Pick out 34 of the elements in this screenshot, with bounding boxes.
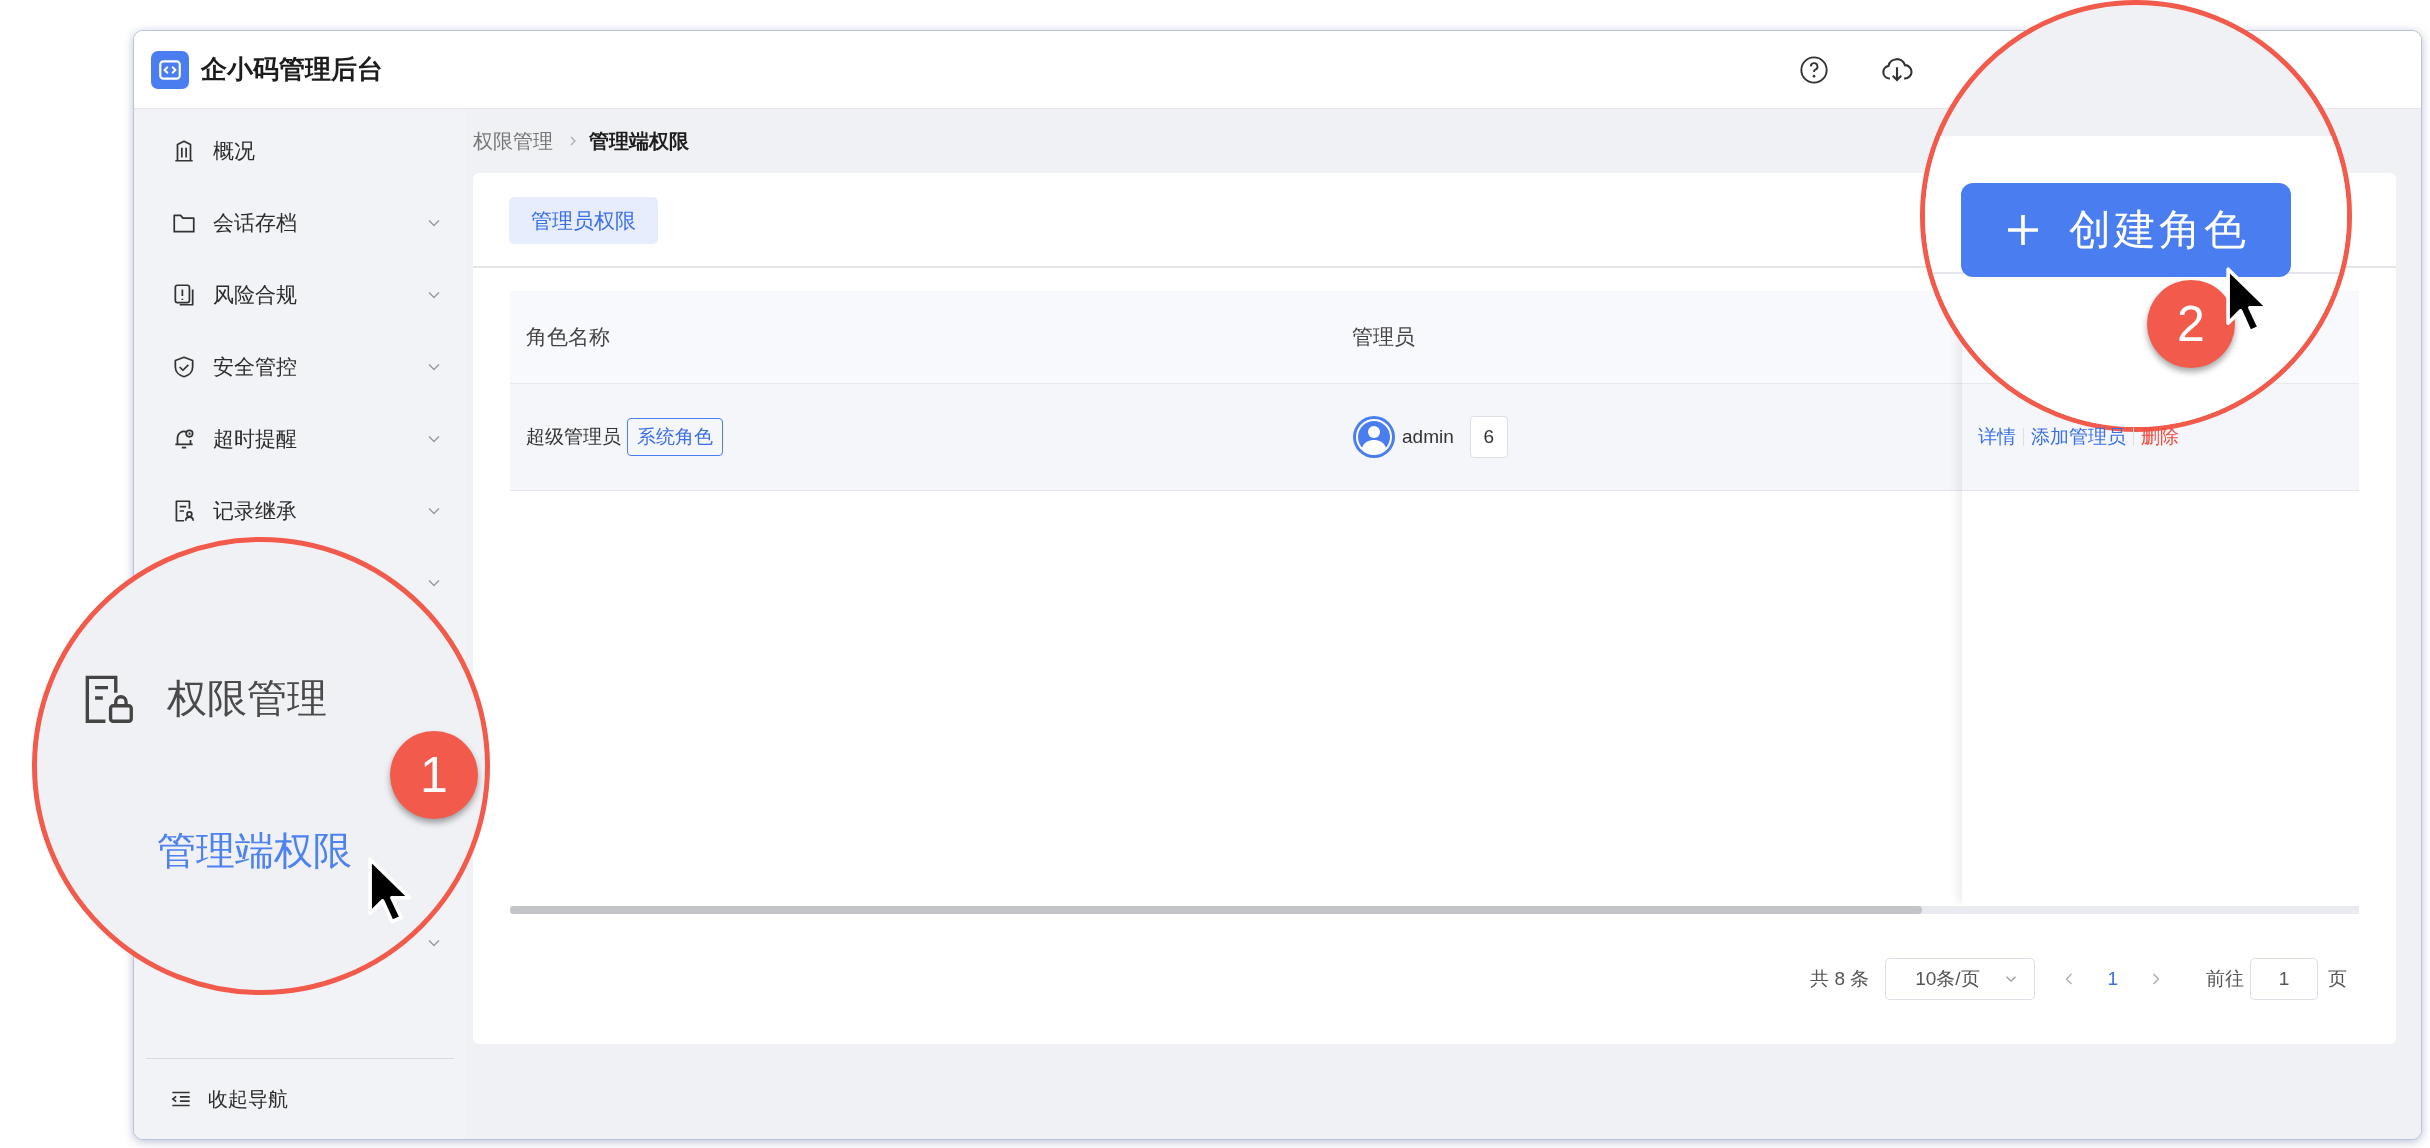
shield-check-icon [171, 354, 197, 380]
action-link[interactable]: 详情 [1978, 424, 2016, 450]
help-icon[interactable] [1798, 53, 1830, 86]
breadcrumb-link[interactable]: 权限管理 [473, 127, 553, 155]
create-role-button[interactable]: 创建角色 [1961, 183, 2291, 277]
nav-item[interactable]: 风险合规 [134, 275, 466, 315]
app-title: 企小码管理后台 [201, 53, 383, 86]
role-name: 超级管理员 [526, 425, 621, 449]
goto-page-field[interactable]: 1 [2250, 958, 2318, 1000]
action-link[interactable]: 添加管理员 [2031, 424, 2126, 450]
nav-section[interactable]: 权限管理 [167, 670, 327, 726]
goto-label: 前往 [2206, 967, 2244, 991]
app-logo [151, 50, 189, 89]
role-tag: 系统角色 [627, 418, 723, 456]
admin-count: 6 [1469, 416, 1508, 458]
alert-document-icon [171, 282, 197, 308]
nav-item[interactable]: 会话存档 [134, 203, 466, 243]
total-count: 共 8 条 [1810, 967, 1870, 991]
nav-item[interactable]: 概况 [134, 131, 466, 171]
page-size-select[interactable]: 10条/页 [1885, 958, 2036, 1000]
collapse-nav-button[interactable]: 收起导航 [168, 1085, 288, 1113]
breadcrumb-current: 管理端权限 [589, 128, 689, 154]
avatar-icon [1352, 415, 1396, 459]
tab[interactable]: 管理员权限 [509, 197, 658, 244]
admin-name: admin [1402, 426, 1454, 448]
nav-item[interactable]: 超时提醒 [134, 419, 466, 459]
nav-item[interactable]: 安全管控 [134, 347, 466, 387]
nav-item[interactable]: 记录继承 [134, 491, 466, 531]
column-header: 角色名称 [526, 324, 610, 350]
page-unit: 页 [2328, 967, 2347, 991]
scrollbar-thumb[interactable] [510, 906, 1922, 914]
page-number[interactable]: 1 [2101, 964, 2124, 994]
column-header: 管理员 [1352, 324, 1415, 350]
step-badge: 1 [390, 731, 478, 819]
